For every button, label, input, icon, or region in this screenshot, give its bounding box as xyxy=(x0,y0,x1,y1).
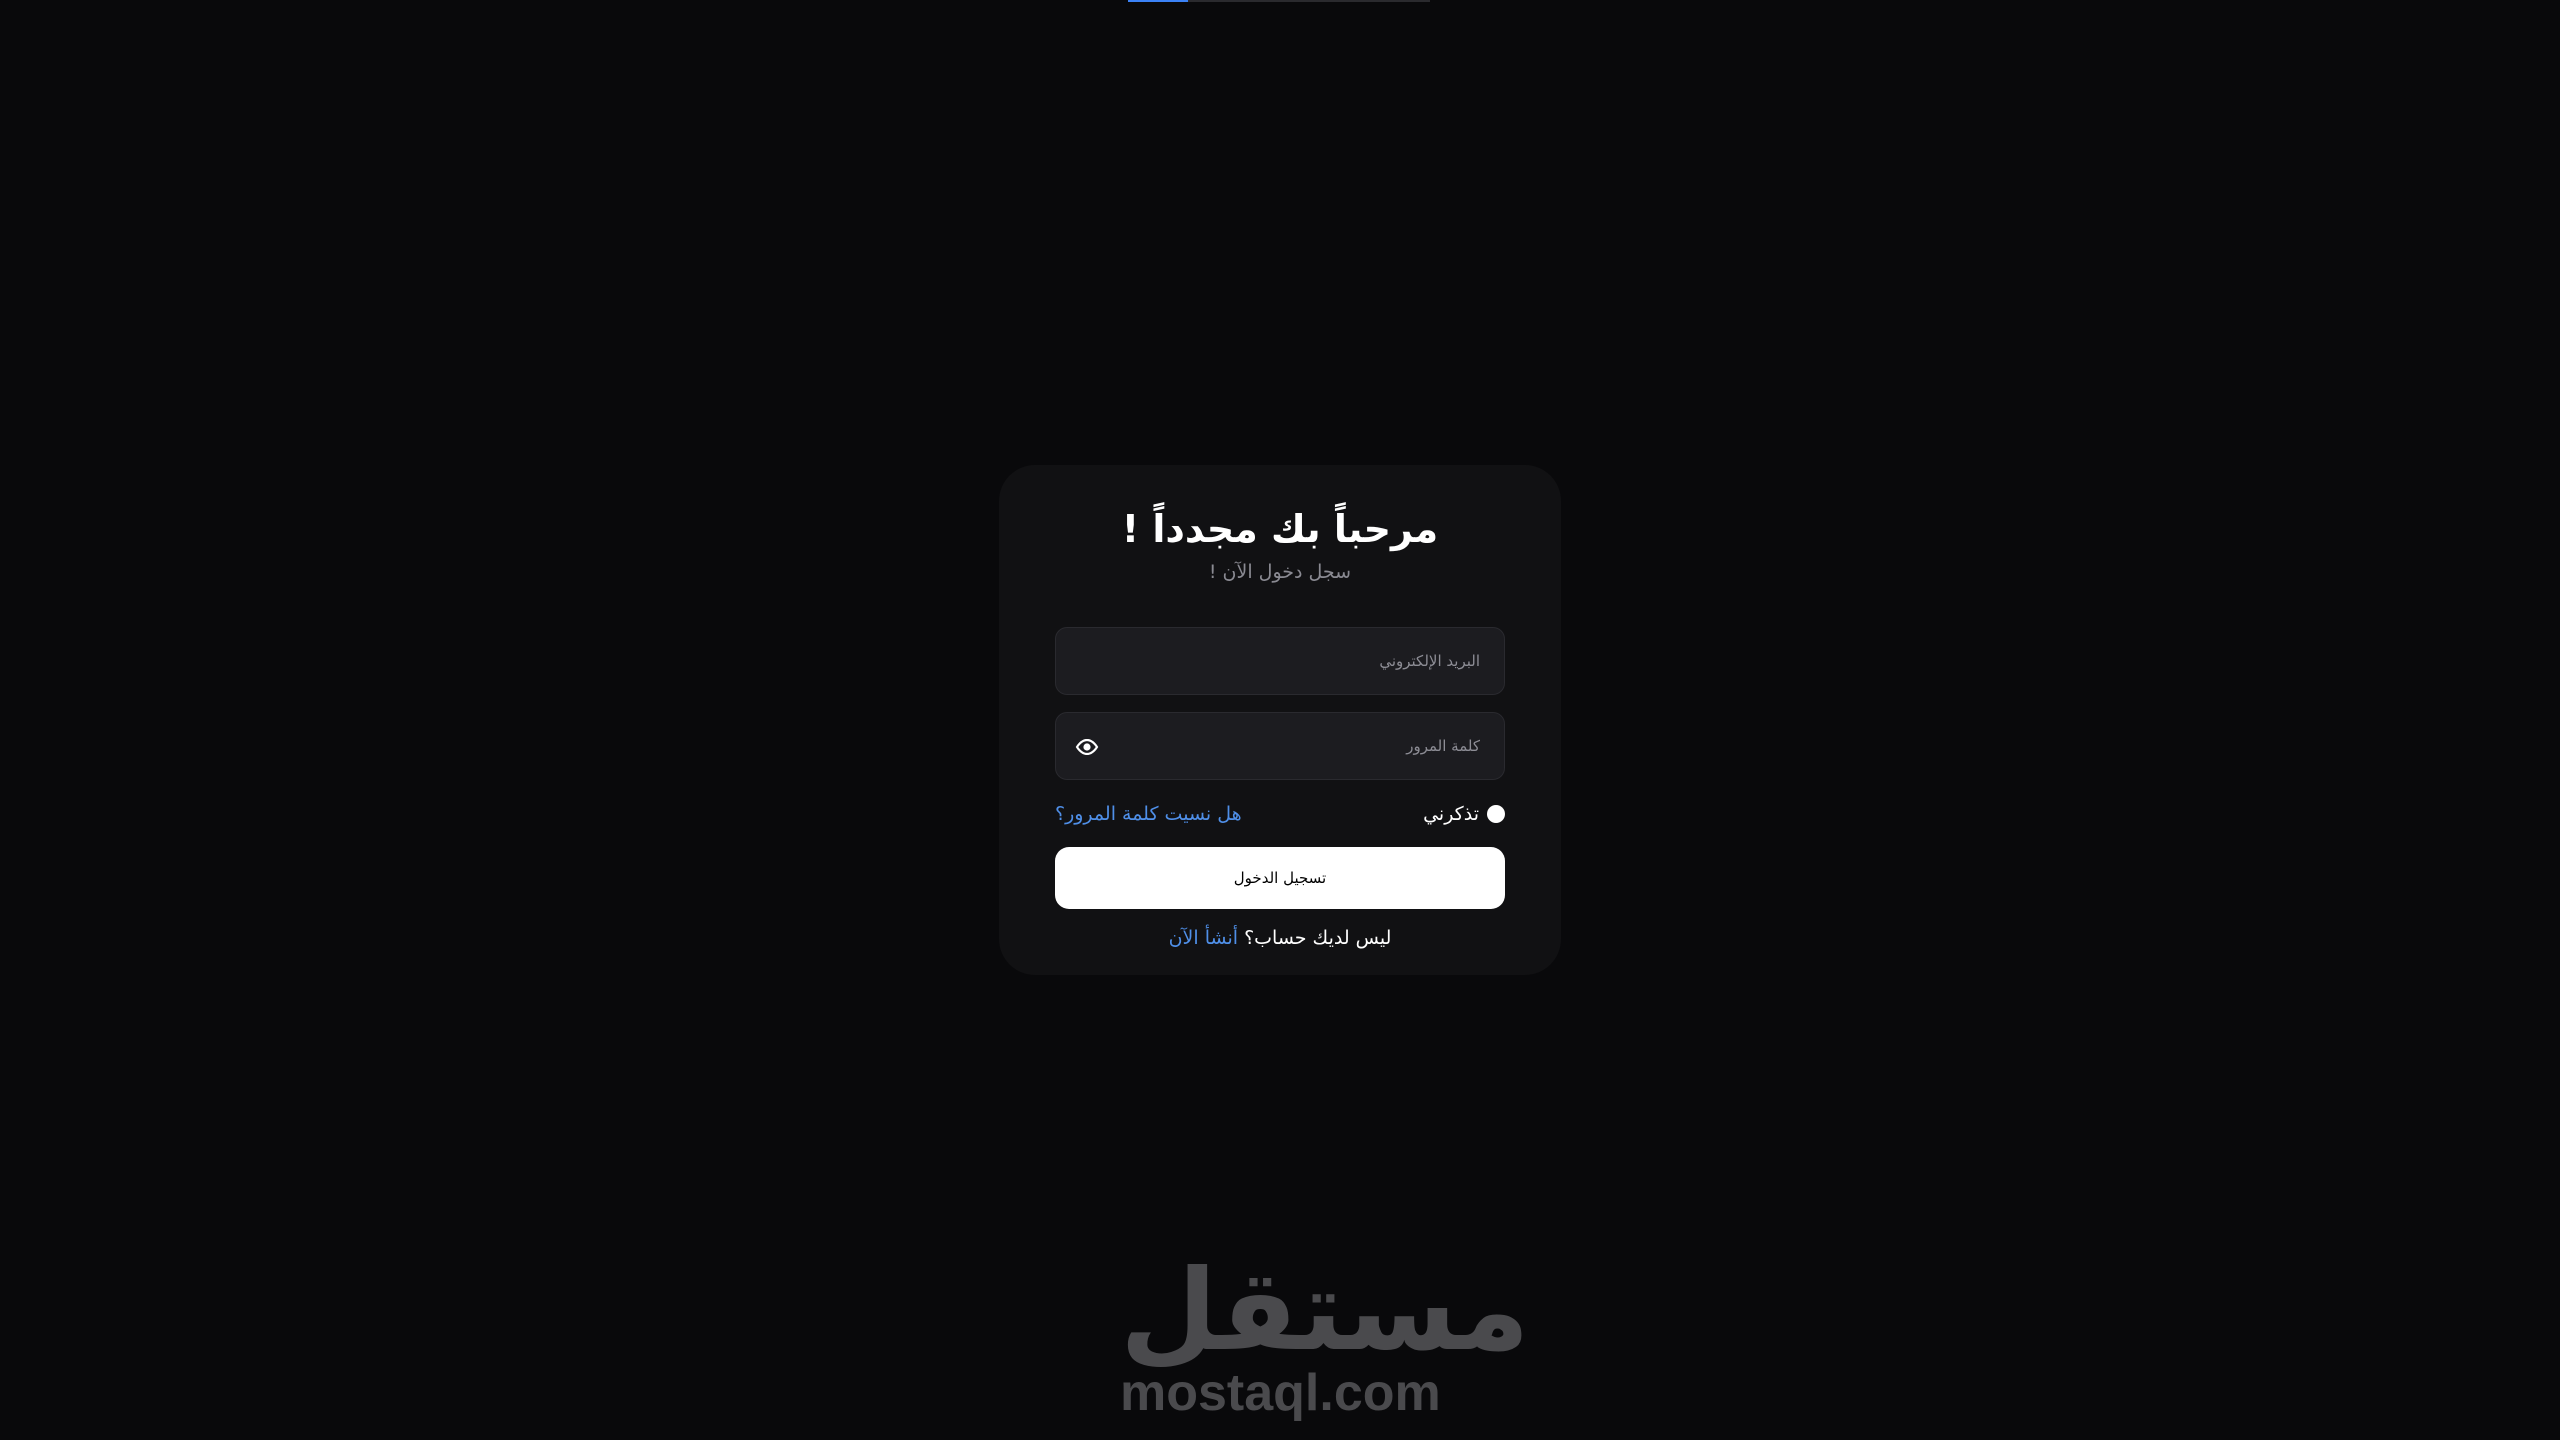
password-field-wrapper xyxy=(1055,712,1505,780)
options-row: تذكرني هل نسيت كلمة المرور؟ xyxy=(1055,799,1505,829)
login-button[interactable]: تسجيل الدخول xyxy=(1055,847,1505,909)
signup-prompt: ليس لديك حساب؟ أنشأ الآن xyxy=(999,927,1561,949)
signup-link[interactable]: أنشأ الآن xyxy=(1169,927,1238,949)
email-field[interactable] xyxy=(1056,628,1504,694)
eye-icon xyxy=(1075,739,1099,755)
top-progress-accent xyxy=(1128,0,1188,2)
watermark-latin: mostaql.com xyxy=(1120,1364,1441,1422)
forgot-password-link[interactable]: هل نسيت كلمة المرور؟ xyxy=(1055,803,1242,825)
top-progress-line xyxy=(1128,0,1430,2)
email-field-wrapper xyxy=(1055,627,1505,695)
watermark-logo: مستقل mostaql.com xyxy=(1120,1246,1530,1422)
login-page: مرحباً بك مجدداً ! سجل دخول الآن ! تذكرن… xyxy=(0,0,2560,1440)
show-password-button[interactable] xyxy=(1070,730,1104,764)
remember-me-label: تذكرني xyxy=(1423,803,1479,825)
signup-prompt-text: ليس لديك حساب؟ xyxy=(1244,927,1392,949)
page-subtitle: سجل دخول الآن ! xyxy=(1208,561,1352,583)
page-title: مرحباً بك مجدداً ! xyxy=(1121,507,1439,551)
password-field[interactable] xyxy=(1056,713,1504,779)
login-card: مرحباً بك مجدداً ! سجل دخول الآن ! تذكرن… xyxy=(999,465,1561,975)
remember-me-checkbox[interactable]: تذكرني xyxy=(1423,803,1505,825)
remember-me-radio[interactable] xyxy=(1487,805,1505,823)
watermark-arabic: مستقل xyxy=(1120,1246,1530,1376)
